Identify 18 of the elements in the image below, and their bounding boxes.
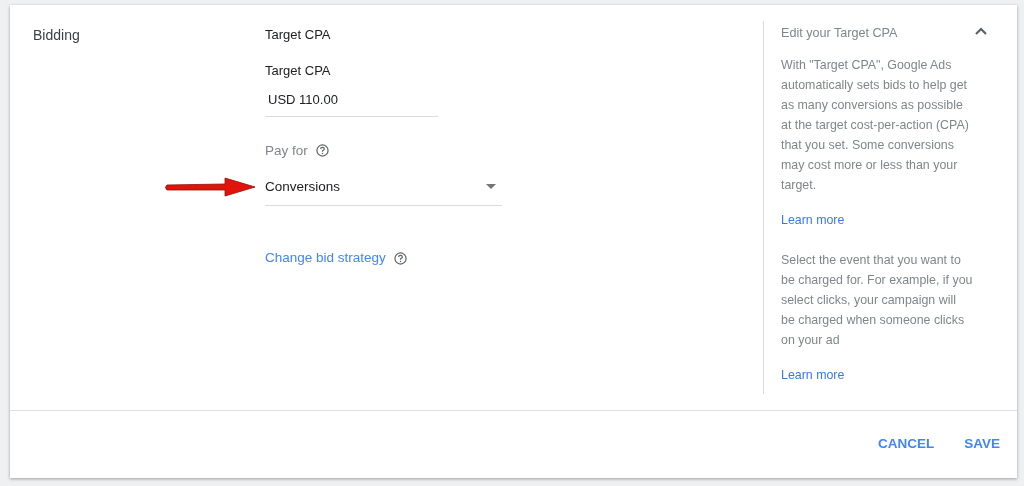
input-field[interactable]: USD 110.00 [265,84,438,117]
pay-for-dropdown[interactable]: Conversions [265,168,502,206]
field-label: Pay for [265,141,308,160]
strategy-title: Target CPA [265,26,331,44]
learn-more-link[interactable]: Learn more [781,210,845,230]
section-label: Bidding [33,26,80,45]
help-text: With "Target CPA", Google Ads automatically sets bids to help get as many conversions as possible at the target cost-per-action (CPA) that you set. Some conversions may cost more or less than your target. [781,57,970,194]
save-button[interactable]: SAVE [964,430,1000,459]
field-label: Target CPA [265,62,331,78]
dropdown-caret-icon [486,184,496,190]
help-icon[interactable] [393,251,407,265]
help-icon[interactable] [315,144,329,158]
collapse-chevron-icon[interactable] [975,27,987,35]
help-text: Select the event that you want to be charged for. For example, if you select clicks, your campaign will be charged when someone clicks on your ad [781,252,973,349]
change-bid-strategy-link[interactable]: Change bid strategy [265,248,386,269]
learn-more-link[interactable]: Learn more [781,365,845,385]
cancel-button[interactable]: CANCEL [878,430,935,459]
help-title: Edit your Target CPA [781,25,899,42]
